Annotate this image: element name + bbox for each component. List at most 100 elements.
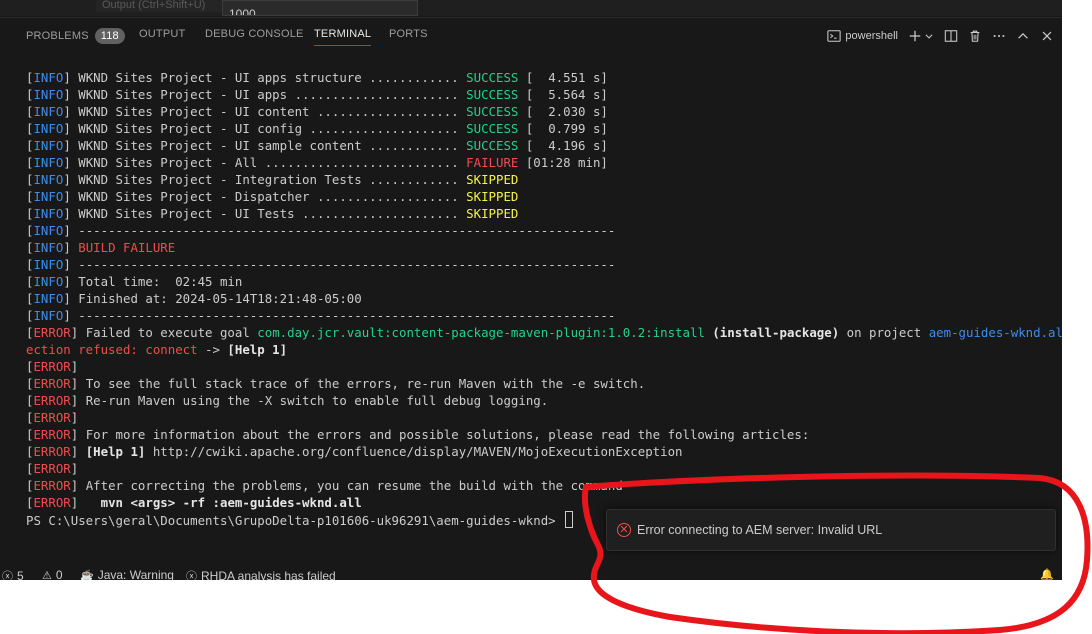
terminal-text-segment: ERROR (33, 410, 71, 425)
warning-count: 0 (55, 568, 63, 580)
terminal-text-segment: SKIPPED (466, 206, 519, 221)
terminal-cursor (565, 511, 574, 528)
terminal-text-segment: ] --------------------------------------… (63, 223, 616, 238)
maximize-panel-button[interactable] (1016, 26, 1030, 46)
terminal-text-segment: ] WKND Sites Project - All .............… (63, 155, 467, 170)
tab-debug-console[interactable]: DEBUG CONSOLE (205, 28, 304, 40)
status-problems-errors[interactable]: ⓧ 5 (2, 568, 24, 580)
split-terminal-button[interactable] (944, 26, 958, 46)
terminal-line: [INFO] WKND Sites Project - UI apps stru… (26, 69, 1062, 86)
terminal-text-segment: ] (63, 240, 79, 255)
terminal-text-segment: ] WKND Sites Project - UI apps .........… (63, 87, 467, 102)
terminal-line: [INFO] ---------------------------------… (26, 222, 1062, 239)
terminal-text-segment: (install-package) (712, 325, 840, 340)
editor-top-strip: Output (Ctrl+Shift+U) 1000 (0, 0, 1062, 16)
tab-output-label: OUTPUT (139, 28, 186, 40)
terminal-text-segment: ERROR (33, 444, 71, 459)
terminal-text-segment: ] Total time: 02:45 min (63, 274, 243, 289)
terminal-actions: powershell (817, 26, 1054, 46)
terminal-text-segment: ] Re-run Maven using the -X switch to en… (70, 393, 549, 408)
terminal-text-segment: ] WKND Sites Project - UI apps structure… (63, 70, 467, 85)
terminal-text-segment: ] WKND Sites Project - UI config .......… (63, 121, 467, 136)
terminal-text-segment: http://cwiki.apache.org/confluence/displ… (145, 444, 683, 459)
terminal-text-segment: INFO (33, 257, 64, 272)
terminal-line: [INFO] ---------------------------------… (26, 256, 1062, 273)
terminal-text-segment: ] --------------------------------------… (63, 308, 616, 323)
terminal-icon (827, 30, 842, 42)
terminal-line: [ERROR] (26, 409, 1062, 426)
terminal-line: [ERROR] To see the full stack trace of t… (26, 375, 1062, 392)
new-terminal-button[interactable] (908, 26, 934, 46)
tab-debug-console-label: DEBUG CONSOLE (205, 28, 304, 40)
terminal-text-segment: -> (197, 342, 228, 357)
chevron-down-icon (925, 34, 933, 39)
error-notification[interactable]: ✕ Error connecting to AEM server: Invali… (606, 509, 1056, 551)
tab-terminal[interactable]: TERMINAL (314, 28, 372, 46)
terminal-text-segment: ] Finished at: 2024-05-14T18:21:48-05:00 (63, 291, 362, 306)
error-count-icon: ⓧ (2, 571, 13, 580)
terminal-text-segment: ERROR (33, 376, 71, 391)
terminal-line: [INFO] WKND Sites Project - UI config ..… (26, 120, 1062, 137)
terminal-text-segment: [Help 1] (227, 342, 288, 357)
warning-count-icon: ⚠ (42, 569, 52, 581)
terminal-output[interactable]: [INFO] WKND Sites Project - UI apps stru… (26, 69, 1062, 528)
terminal-line: [INFO] BUILD FAILURE (26, 239, 1062, 256)
terminal-text-segment: INFO (33, 206, 64, 221)
notifications-button[interactable]: 🔔 (1040, 568, 1058, 580)
terminal-text-segment: SKIPPED (466, 189, 519, 204)
terminal-text-segment: INFO (33, 274, 64, 289)
panel-tab-bar: PROBLEMS 118 OUTPUT DEBUG CONSOLE TERMINA… (0, 18, 1062, 54)
terminal-line: [INFO] WKND Sites Project - All ........… (26, 154, 1062, 171)
terminal-text-segment: INFO (33, 121, 64, 136)
terminal-text-segment: com.day.jcr.vault:content-package-maven-… (257, 325, 705, 340)
terminal-text-segment: PS C:\Users\geral\Documents\GrupoDelta-p… (26, 513, 564, 528)
terminal-line: [ERROR] (26, 460, 1062, 477)
terminal-text-segment: SUCCESS (466, 121, 519, 136)
terminal-text-segment: INFO (33, 308, 64, 323)
tab-problems[interactable]: PROBLEMS 118 (26, 28, 125, 44)
terminal-text-segment: ERROR (33, 325, 71, 340)
terminal-text-segment: BUILD FAILURE (78, 240, 176, 255)
terminal-text-segment: mvn <args> -rf :aem-guides-wknd.all (100, 495, 362, 510)
terminal-line: [ERROR] (26, 358, 1062, 375)
rhda-status: RHDA analysis has failed (201, 569, 336, 580)
terminal-line: [INFO] WKND Sites Project - UI apps ....… (26, 86, 1062, 103)
terminal-line: [INFO] WKND Sites Project - Dispatcher .… (26, 188, 1062, 205)
shell-selector[interactable]: powershell (827, 26, 898, 46)
vscode-panel: Output (Ctrl+Shift+U) 1000 PROBLEMS 118 O… (0, 0, 1062, 580)
tab-ports[interactable]: PORTS (389, 28, 428, 40)
status-problems-warnings[interactable]: ⚠ 0 (42, 568, 63, 580)
status-java[interactable]: ☕ Java: Warning (80, 568, 174, 580)
terminal-line: [ERROR] [Help 1] http://cwiki.apache.org… (26, 443, 1062, 460)
status-rhda[interactable]: ⓧ RHDA analysis has failed (186, 568, 336, 580)
terminal-text-segment: ] (70, 461, 79, 476)
bell-icon: 🔔 (1040, 569, 1054, 580)
error-circle-icon: ⓧ (186, 571, 197, 580)
terminal-line: [INFO] ---------------------------------… (26, 307, 1062, 324)
terminal-text-segment: [ 0.799 s] (518, 121, 608, 136)
terminal-text-segment: INFO (33, 291, 64, 306)
terminal-text-segment: SUCCESS (466, 104, 519, 119)
terminal-text-segment: SUCCESS (466, 70, 519, 85)
error-circle-icon: ✕ (617, 523, 631, 537)
terminal-text-segment: [01:28 min] (518, 155, 608, 170)
close-panel-button[interactable] (1040, 26, 1054, 46)
terminal-text-segment: [ 4.196 s] (518, 138, 608, 153)
terminal-text-segment: ] WKND Sites Project - Integration Tests… (63, 172, 467, 187)
terminal-text-segment: ] Failed to execute goal (70, 325, 258, 340)
terminal-text-segment: ] --------------------------------------… (63, 257, 616, 272)
trash-icon (970, 30, 980, 42)
terminal-text-segment: ] WKND Sites Project - UI content ......… (63, 104, 467, 119)
terminal-text-segment: [ 4.551 s] (518, 70, 608, 85)
find-input[interactable]: 1000 (222, 0, 418, 16)
split-icon (944, 30, 958, 42)
kill-terminal-button[interactable] (968, 26, 982, 46)
output-shortcut-hint: Output (Ctrl+Shift+U) (96, 0, 226, 12)
more-actions-button[interactable] (992, 26, 1006, 46)
tab-output[interactable]: OUTPUT (139, 28, 185, 40)
terminal-text-segment: ] After correcting the problems, you can… (70, 478, 623, 493)
terminal-text-segment: ] To see the full stack trace of the err… (70, 376, 646, 391)
terminal-text-segment: on project (839, 325, 929, 340)
notification-message: Error connecting to AEM server: Invalid … (637, 523, 883, 537)
terminal-text-segment: SUCCESS (466, 138, 519, 153)
